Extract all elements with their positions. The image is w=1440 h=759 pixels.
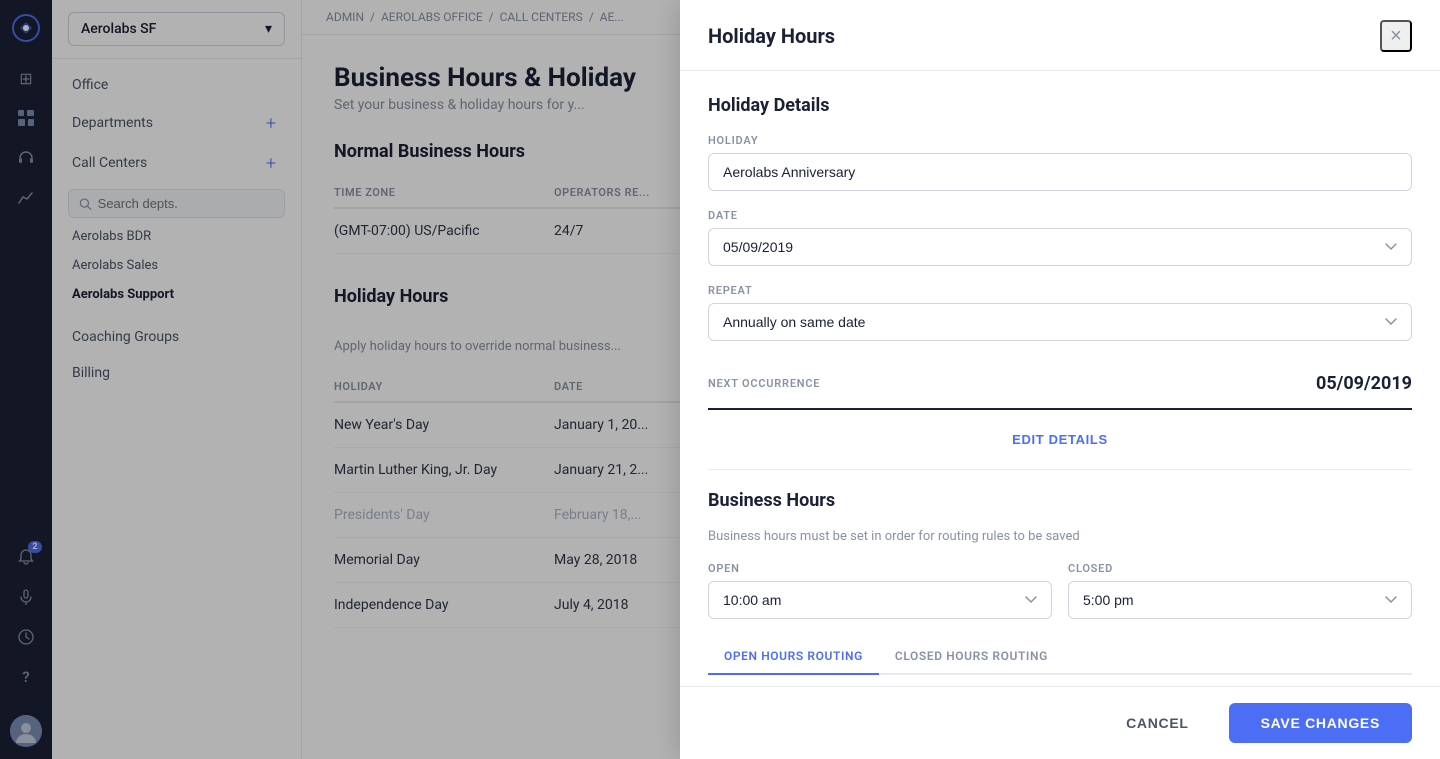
edit-details-button[interactable]: EDIT DETAILS bbox=[1000, 426, 1120, 453]
next-occurrence-label: NEXT OCCURRENCE bbox=[708, 377, 820, 390]
open-time-select[interactable]: 8:00 am 9:00 am 10:00 am 11:00 am bbox=[708, 581, 1052, 619]
open-label: OPEN bbox=[708, 562, 1052, 575]
modal-footer: CANCEL SAVE CHANGES bbox=[680, 686, 1440, 759]
modal-panel: Holiday Hours × Holiday Details HOLIDAY … bbox=[680, 0, 1440, 759]
next-occurrence-value: 05/09/2019 bbox=[1316, 373, 1412, 394]
holiday-repeat-field: REPEAT Does not repeat Annually on same … bbox=[708, 284, 1412, 341]
holiday-name-field: HOLIDAY bbox=[708, 134, 1412, 191]
open-field: OPEN 8:00 am 9:00 am 10:00 am 11:00 am bbox=[708, 562, 1052, 619]
business-hours-heading: Business Hours bbox=[708, 490, 1412, 511]
routing-tabs: OPEN HOURS ROUTING CLOSED HOURS ROUTING bbox=[708, 639, 1412, 675]
closed-time-select[interactable]: 4:00 pm 5:00 pm 6:00 pm bbox=[1068, 581, 1412, 619]
holiday-date-field: DATE 05/09/2019 bbox=[708, 209, 1412, 266]
holiday-repeat-select[interactable]: Does not repeat Annually on same date bbox=[708, 303, 1412, 341]
holiday-details-heading: Holiday Details bbox=[708, 95, 1412, 116]
tab-open-hours-routing[interactable]: OPEN HOURS ROUTING bbox=[708, 639, 879, 675]
next-occurrence-row: NEXT OCCURRENCE 05/09/2019 bbox=[708, 359, 1412, 410]
edit-details-row: EDIT DETAILS bbox=[708, 410, 1412, 470]
holiday-name-input[interactable] bbox=[708, 153, 1412, 191]
holiday-date-label: DATE bbox=[708, 209, 1412, 222]
business-hours-desc: Business hours must be set in order for … bbox=[708, 529, 1412, 544]
holiday-name-label: HOLIDAY bbox=[708, 134, 1412, 147]
tab-closed-hours-routing[interactable]: CLOSED HOURS ROUTING bbox=[879, 639, 1064, 675]
holiday-repeat-label: REPEAT bbox=[708, 284, 1412, 297]
holiday-date-select[interactable]: 05/09/2019 bbox=[708, 228, 1412, 266]
modal-header: Holiday Hours × bbox=[680, 0, 1440, 71]
modal-body: Holiday Details HOLIDAY DATE 05/09/2019 … bbox=[680, 71, 1440, 686]
save-changes-button[interactable]: SAVE CHANGES bbox=[1229, 703, 1412, 743]
close-button[interactable]: × bbox=[1380, 20, 1412, 52]
closed-field: CLOSED 4:00 pm 5:00 pm 6:00 pm bbox=[1068, 562, 1412, 619]
cancel-button[interactable]: CANCEL bbox=[1102, 705, 1213, 741]
modal-title: Holiday Hours bbox=[708, 24, 835, 48]
closed-label: CLOSED bbox=[1068, 562, 1412, 575]
open-closed-row: OPEN 8:00 am 9:00 am 10:00 am 11:00 am C… bbox=[708, 562, 1412, 619]
